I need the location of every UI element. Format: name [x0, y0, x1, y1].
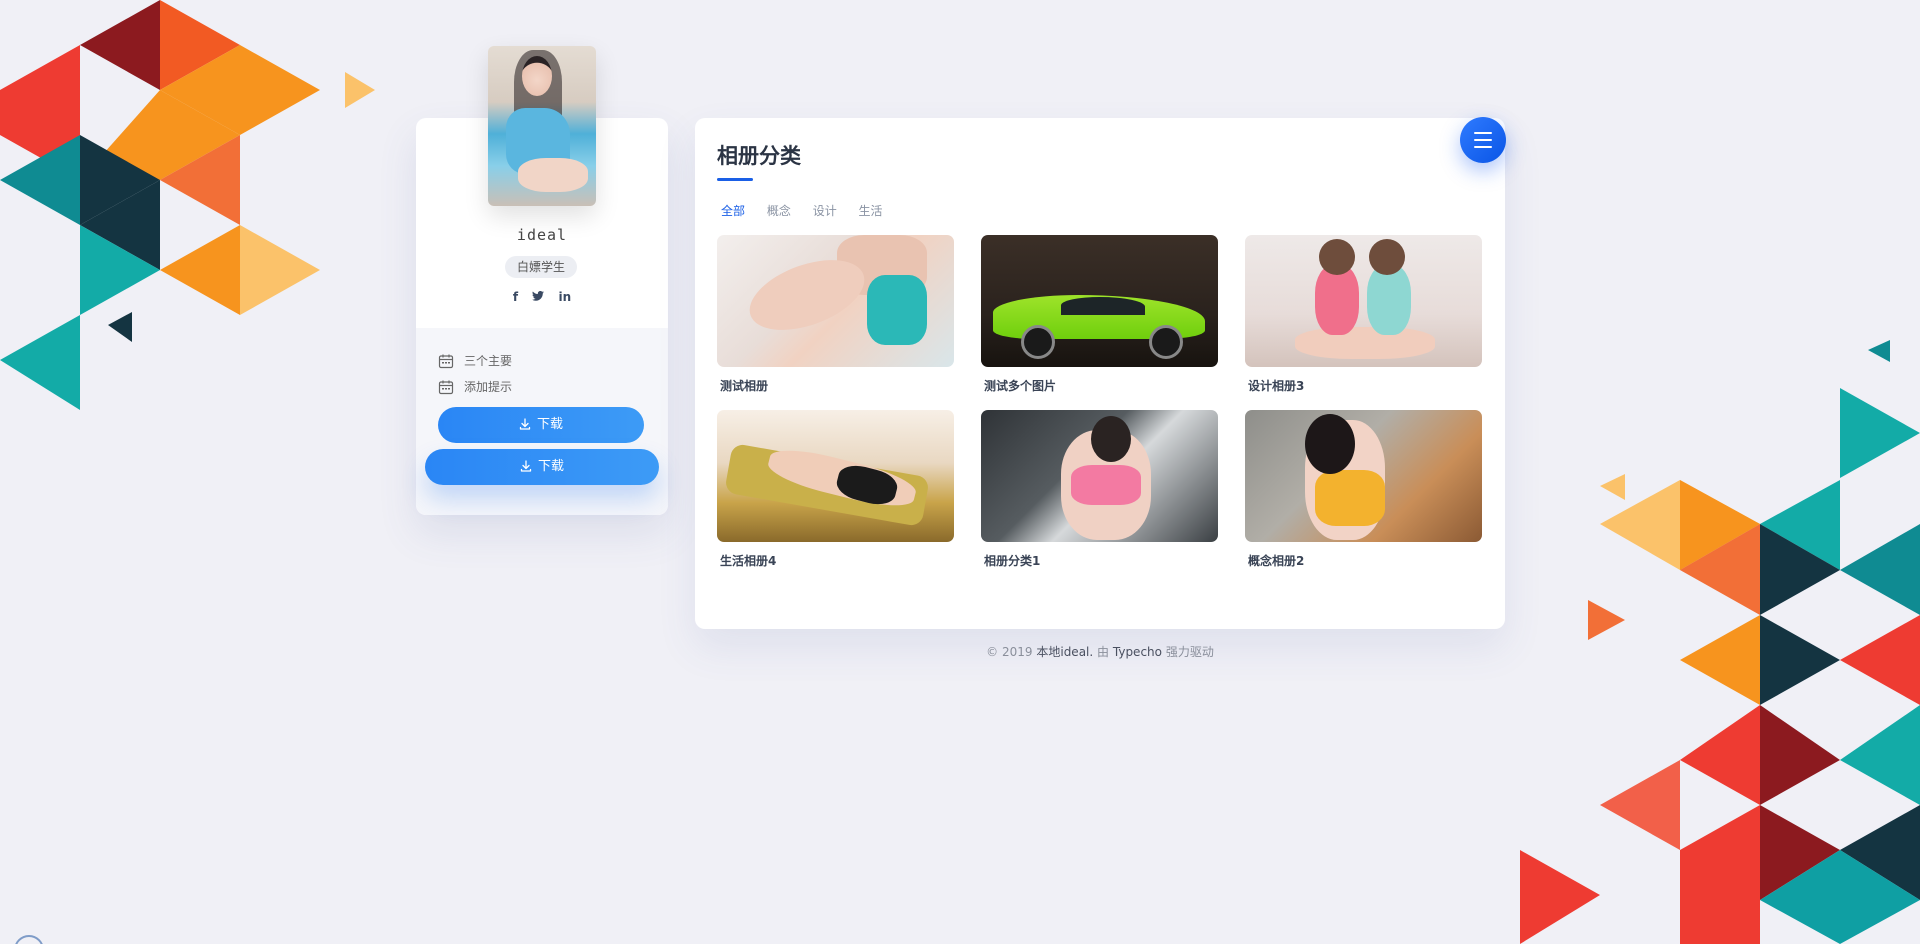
calendar-icon — [438, 380, 454, 395]
album-card[interactable]: 测试相册 — [717, 235, 954, 394]
page-title: 相册分类 — [717, 144, 801, 168]
social-links: f in — [416, 290, 668, 304]
album-thumbnail[interactable] — [1245, 235, 1482, 367]
album-title[interactable]: 生活相册4 — [720, 552, 954, 569]
tab-life[interactable]: 生活 — [859, 202, 883, 219]
facebook-icon[interactable]: f — [513, 290, 518, 304]
menu-icon-bar — [1474, 139, 1492, 141]
album-thumbnail[interactable] — [1245, 410, 1482, 542]
title-underline — [717, 178, 753, 181]
tab-design[interactable]: 设计 — [813, 202, 837, 219]
footer-engine-link[interactable]: Typecho — [1113, 645, 1162, 659]
album-thumbnail[interactable] — [717, 410, 954, 542]
tab-all[interactable]: 全部 — [721, 202, 745, 219]
footer: © 2019 本地ideal. 由 Typecho 强力驱动 — [695, 643, 1505, 660]
download-button-secondary[interactable]: 下载 — [425, 449, 659, 485]
footer-site-link[interactable]: 本地ideal. — [1036, 645, 1093, 659]
download-label: 下载 — [536, 417, 563, 432]
album-thumbnail[interactable] — [981, 235, 1218, 367]
menu-button[interactable] — [1460, 117, 1506, 163]
category-tabs: 全部 概念 设计 生活 — [721, 202, 901, 219]
menu-icon — [1474, 132, 1492, 134]
download-icon — [519, 418, 531, 430]
album-card[interactable]: 设计相册3 — [1245, 235, 1482, 394]
download-label: 下载 — [537, 459, 564, 474]
menu-icon-bar — [1474, 146, 1492, 148]
download-icon — [520, 460, 532, 472]
username: ideal — [516, 226, 568, 244]
calendar-icon — [438, 354, 454, 369]
footer-copyright: © 2019 — [986, 645, 1033, 659]
page: ideal 白嫖学生 f in 三个主要 添加提示 下载 下载 相册分类 全部 … — [0, 0, 1920, 944]
album-title[interactable]: 设计相册3 — [1248, 377, 1482, 394]
avatar[interactable] — [488, 46, 596, 206]
info-label: 添加提示 — [464, 380, 513, 394]
album-title[interactable]: 概念相册2 — [1248, 552, 1482, 569]
info-label: 三个主要 — [464, 354, 513, 368]
status-badge: 白嫖学生 — [505, 256, 577, 278]
album-title[interactable]: 测试相册 — [720, 377, 954, 394]
album-thumbnail[interactable] — [981, 410, 1218, 542]
album-card[interactable]: 概念相册2 — [1245, 410, 1482, 569]
corner-logo-icon[interactable] — [14, 935, 44, 944]
album-title[interactable]: 测试多个图片 — [984, 377, 1218, 394]
album-panel: 相册分类 全部 概念 设计 生活 测试相册 测试多个图片 设计相册3 生活相册4… — [695, 117, 1506, 629]
twitter-icon[interactable] — [532, 290, 545, 304]
info-item: 三个主要 — [438, 348, 512, 374]
album-card[interactable]: 相册分类1 — [981, 410, 1218, 569]
footer-powered: 强力驱动 — [1165, 645, 1214, 659]
info-item: 添加提示 — [438, 374, 512, 400]
download-button[interactable]: 下载 — [438, 407, 644, 443]
album-title[interactable]: 相册分类1 — [984, 552, 1218, 569]
album-thumbnail[interactable] — [717, 235, 954, 367]
linkedin-icon[interactable]: in — [558, 290, 571, 304]
info-list: 三个主要 添加提示 — [438, 348, 512, 400]
tab-concept[interactable]: 概念 — [767, 202, 791, 219]
profile-card: ideal 白嫖学生 f in 三个主要 添加提示 下载 下载 — [416, 46, 668, 515]
album-card[interactable]: 测试多个图片 — [981, 235, 1218, 394]
album-card[interactable]: 生活相册4 — [717, 410, 954, 569]
footer-by: 由 — [1097, 645, 1110, 659]
